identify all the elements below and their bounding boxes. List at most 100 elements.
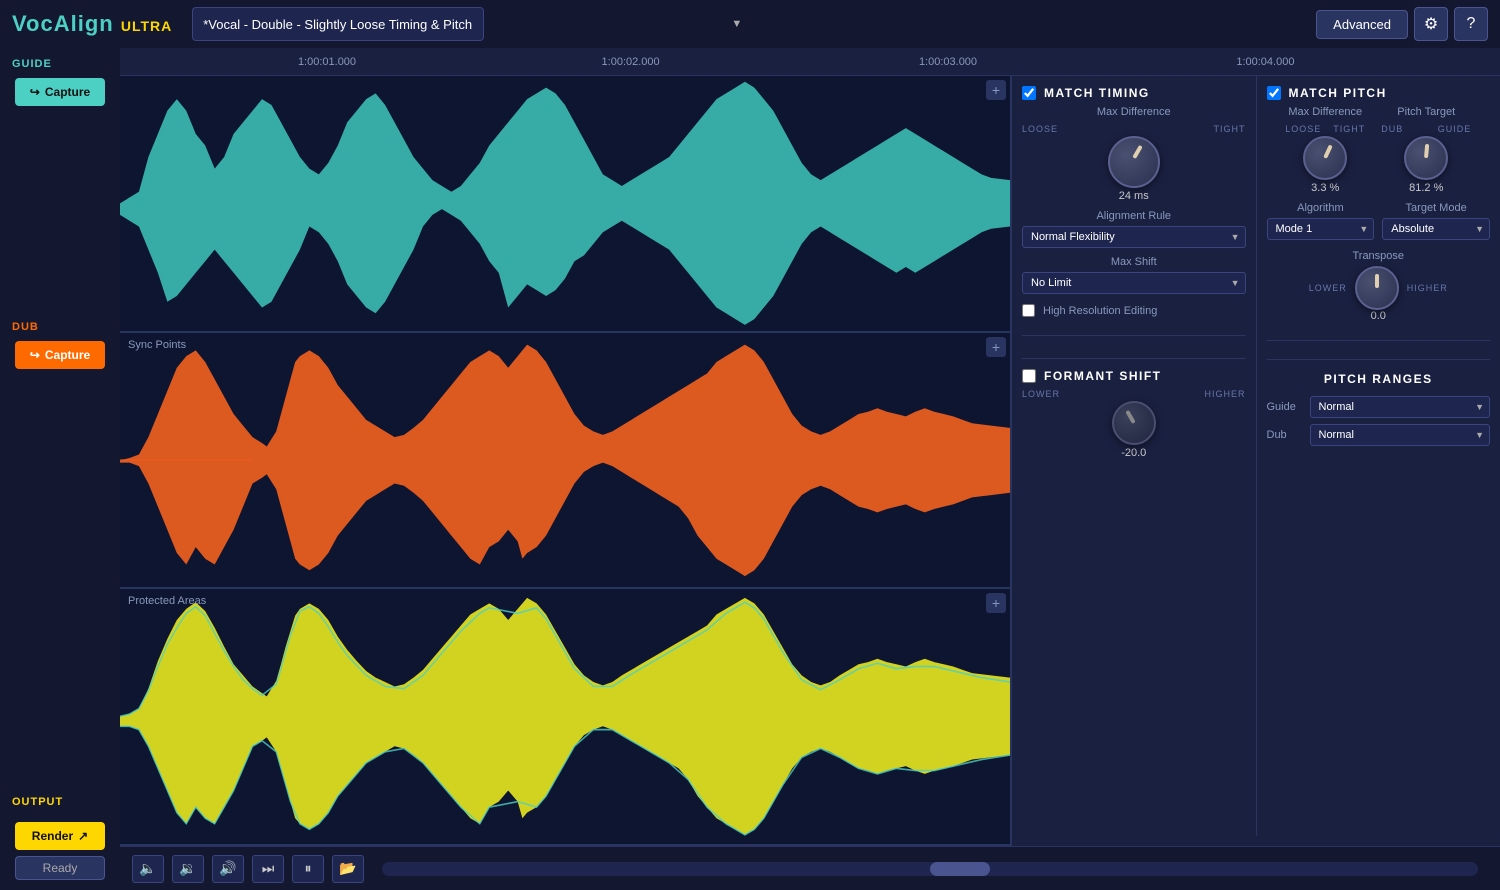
settings-icon[interactable]: ⚙ [1414, 7, 1448, 41]
timing-formant-column: MATCH TIMING Max Difference LOOSE TIGHT [1012, 76, 1256, 836]
timing-knob-labels: LOOSE TIGHT [1022, 124, 1246, 134]
algorithm-target-row: Algorithm Mode 1 Mode 2 Mode 3 [1267, 202, 1491, 240]
timing-max-diff-label: Max Difference [1097, 106, 1171, 118]
output-section: OUTPUT Render ↗ Ready [0, 786, 120, 890]
transpose-section: Transpose LOWER HIGHER 0.0 [1267, 250, 1491, 322]
capture-icon: ↪ [30, 85, 40, 99]
alignment-rule-select-wrapper[interactable]: Normal Flexibility High Flexibility Low … [1022, 226, 1246, 248]
guide-capture-button[interactable]: ↪ Capture [15, 78, 105, 106]
max-shift-select-wrapper[interactable]: No Limit 100 ms 200 ms 500 ms [1022, 272, 1246, 294]
pitch-knobs-row: Max Difference LOOSE TIGHT 3.3 % [1267, 106, 1491, 194]
formant-labels: LOWER HIGHER [1022, 389, 1246, 399]
guide-range-select[interactable]: Normal Low High Very Low Very High [1310, 396, 1491, 418]
advanced-button[interactable]: Advanced [1316, 10, 1408, 39]
algorithm-select-wrapper[interactable]: Mode 1 Mode 2 Mode 3 [1267, 218, 1375, 240]
transpose-knob-row: LOWER HIGHER [1309, 266, 1448, 310]
alignment-rule-label: Alignment Rule [1022, 210, 1246, 222]
pitch-max-diff-container: Max Difference LOOSE TIGHT 3.3 % [1285, 106, 1365, 194]
hi-res-row: High Resolution Editing [1022, 304, 1246, 317]
pitch-target-knob[interactable] [1404, 136, 1448, 180]
algorithm-label: Algorithm [1267, 202, 1375, 214]
hi-res-checkbox[interactable] [1022, 304, 1035, 317]
protected-areas-label: Protected Areas [128, 595, 206, 607]
dub-panel-expand[interactable]: + [986, 337, 1006, 357]
left-sidebar: GUIDE ↪ Capture DUB ↪ Capture OUTPUT Ren… [0, 48, 120, 890]
dub-range-label: Dub [1267, 429, 1302, 441]
target-mode-col: Target Mode Absolute Relative [1382, 202, 1490, 240]
dub-section: DUB ↪ Capture [0, 311, 120, 379]
algorithm-col: Algorithm Mode 1 Mode 2 Mode 3 [1267, 202, 1375, 240]
alignment-rule-select[interactable]: Normal Flexibility High Flexibility Low … [1022, 226, 1246, 248]
preset-dropdown[interactable]: *Vocal - Double - Slightly Loose Timing … [192, 7, 484, 41]
output-panel-expand[interactable]: + [986, 593, 1006, 613]
algorithm-select[interactable]: Mode 1 Mode 2 Mode 3 [1267, 218, 1375, 240]
max-shift-select[interactable]: No Limit 100 ms 200 ms 500 ms [1022, 272, 1246, 294]
match-timing-checkbox[interactable] [1022, 86, 1036, 100]
formant-knob[interactable] [1112, 401, 1156, 445]
logo-voc: Voc [12, 11, 54, 36]
transpose-knob[interactable] [1355, 266, 1399, 310]
pitch-target-labels: DUB GUIDE [1381, 124, 1471, 134]
dub-range-select[interactable]: Normal Low High Very Low Very High [1310, 424, 1491, 446]
target-mode-label: Target Mode [1382, 202, 1490, 214]
help-icon[interactable]: ? [1454, 7, 1488, 41]
pitch-ranges-header: PITCH RANGES [1267, 370, 1491, 388]
volume-low-button[interactable]: 🔉 [172, 855, 204, 883]
hi-res-label: High Resolution Editing [1043, 305, 1157, 317]
match-timing-header: MATCH TIMING [1022, 86, 1246, 100]
guide-range-select-wrapper[interactable]: Normal Low High Very Low Very High [1310, 396, 1491, 418]
pitch-ranges-section: PITCH RANGES Guide Normal Low High Ve [1267, 359, 1491, 452]
status-badge: Ready [15, 856, 105, 880]
pitch-ranges-title: PITCH RANGES [1324, 372, 1433, 386]
pitch-max-diff-knob[interactable] [1303, 136, 1347, 180]
target-mode-select-wrapper[interactable]: Absolute Relative [1382, 218, 1490, 240]
render-button[interactable]: Render ↗ [15, 822, 105, 850]
scroll-thumb[interactable] [930, 862, 990, 876]
guide-range-row: Guide Normal Low High Very Low Very High [1267, 396, 1491, 418]
output-waveform-panel: Protected Areas + [120, 589, 1010, 846]
formant-checkbox[interactable] [1022, 369, 1036, 383]
transpose-value: 0.0 [1371, 310, 1386, 322]
timeline: 1:00:01.000 1:00:02.000 1:00:03.000 1:00… [120, 48, 1500, 76]
open-file-button[interactable]: 📂 [332, 855, 364, 883]
timing-formant-divider [1022, 335, 1246, 336]
transport-bar: 🔈 🔉 🔊 ⏭ ⏸ 📂 [120, 846, 1500, 890]
volume-mute-button[interactable]: 🔈 [132, 855, 164, 883]
transpose-lower-label: LOWER [1309, 283, 1347, 293]
logo-align: Align [54, 11, 114, 36]
formant-knob-dot [1125, 410, 1135, 424]
skip-forward-button[interactable]: ⏭ [252, 855, 284, 883]
dub-range-select-wrapper[interactable]: Normal Low High Very Low Very High [1310, 424, 1491, 446]
pitch-target-dot [1424, 144, 1429, 158]
guide-range-label: Guide [1267, 401, 1302, 413]
scroll-bar[interactable] [382, 862, 1478, 876]
pitch-ranges-divider [1267, 340, 1491, 341]
timing-knob-container: Max Difference LOOSE TIGHT 24 ms [1022, 106, 1246, 202]
dub-capture-button[interactable]: ↪ Capture [15, 341, 105, 369]
transpose-label: Transpose [1352, 250, 1404, 262]
top-bar: VocAlign ULTRA *Vocal - Double - Slightl… [0, 0, 1500, 48]
right-panel-inner: MATCH TIMING Max Difference LOOSE TIGHT [1012, 76, 1500, 836]
guide-waveform-panel: + [120, 76, 1010, 333]
volume-high-button[interactable]: 🔊 [212, 855, 244, 883]
formant-section: FORMANT SHIFT LOWER HIGHER -20. [1022, 358, 1246, 459]
match-pitch-checkbox[interactable] [1267, 86, 1281, 100]
pause-button[interactable]: ⏸ [292, 855, 324, 883]
pitch-column: MATCH PITCH Max Difference LOOSE TIGHT [1256, 76, 1500, 836]
transpose-dot [1375, 274, 1379, 288]
formant-header: FORMANT SHIFT [1022, 369, 1246, 383]
formant-value: -20.0 [1121, 447, 1146, 459]
dub-waveform [120, 333, 1010, 588]
formant-knob-container: LOWER HIGHER -20.0 [1022, 389, 1246, 459]
render-icon: ↗ [78, 829, 88, 843]
preset-dropdown-wrapper[interactable]: *Vocal - Double - Slightly Loose Timing … [192, 7, 752, 41]
timing-max-diff-knob[interactable] [1108, 136, 1160, 188]
pitch-max-diff-dot [1323, 144, 1333, 158]
target-mode-select[interactable]: Absolute Relative [1382, 218, 1490, 240]
pitch-max-diff-labels: LOOSE TIGHT [1285, 124, 1365, 134]
match-pitch-section: MATCH PITCH Max Difference LOOSE TIGHT [1267, 86, 1491, 322]
timeline-mark-4: 1:00:04.000 [1236, 56, 1294, 68]
guide-panel-expand[interactable]: + [986, 80, 1006, 100]
match-timing-title: MATCH TIMING [1044, 86, 1150, 100]
output-waveform [120, 589, 1010, 844]
